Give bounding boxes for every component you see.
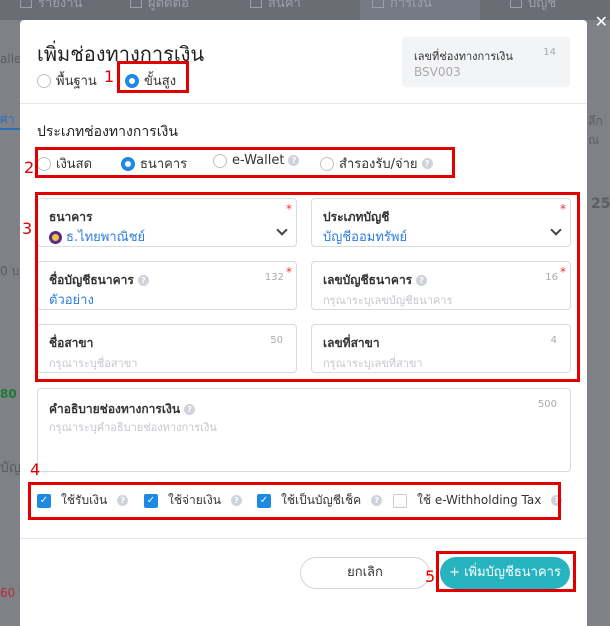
annotation-number-2: 2 <box>24 158 35 177</box>
annotation-number-5: 5 <box>425 567 436 586</box>
annotation-box-1 <box>117 61 189 93</box>
channel-code-field: เลขที่ช่องทางการเงิน 14 BSV003 <box>402 37 570 87</box>
divider <box>20 538 587 539</box>
background-tab-contacts[interactable]: ผู้ติดต่อ <box>130 0 240 20</box>
products-icon <box>250 0 262 8</box>
background-text: 25 <box>591 196 610 212</box>
annotation-number-4: 4 <box>30 460 41 479</box>
background-tab-products[interactable]: สินค้า <box>250 0 350 20</box>
annotation-box-3 <box>35 192 580 382</box>
contacts-icon <box>130 0 142 8</box>
annotation-box-2 <box>35 147 455 178</box>
finance-icon <box>372 0 384 8</box>
report-icon <box>20 0 32 8</box>
divider <box>20 103 587 104</box>
help-icon[interactable]: ? <box>184 404 196 415</box>
annotation-box-4 <box>28 482 561 520</box>
background-text: ลึก ณ <box>588 114 603 147</box>
radio-basic[interactable] <box>37 73 51 88</box>
channel-code-value: BSV003 <box>414 65 461 79</box>
background-tab-accounts[interactable]: บัญชี <box>490 0 590 20</box>
channel-code-label: เลขที่ช่องทางการเงิน <box>414 50 513 63</box>
cancel-button[interactable]: ยกเลิก <box>300 557 430 589</box>
annotation-number-3: 3 <box>22 219 33 238</box>
background-tab-bar: รายงาน ผู้ติดต่อ สินค้า การเงิน บัญชี <box>0 0 610 20</box>
mode-option-basic[interactable]: พื้นฐาน <box>37 70 97 91</box>
background-tab-finance[interactable]: การเงิน <box>360 0 480 20</box>
char-count: 14 <box>543 47 556 58</box>
channel-type-title: ประเภทช่องทางการเงิน <box>37 124 178 140</box>
description-textarea[interactable]: คำอธิบายช่องทางการเงิน? 500 กรุณาระบุคำอ… <box>37 388 571 472</box>
background-tab-reports[interactable]: รายงาน <box>20 0 120 20</box>
background-text: บัญ <box>0 460 21 476</box>
annotation-number-1: 1 <box>104 67 115 86</box>
background-text: ศา <box>0 112 15 126</box>
annotation-box-5 <box>436 551 576 592</box>
char-count: 500 <box>537 399 557 410</box>
accounts-icon <box>510 0 522 8</box>
background-tab-underline <box>0 128 22 130</box>
close-icon[interactable]: ✕ <box>595 14 608 30</box>
